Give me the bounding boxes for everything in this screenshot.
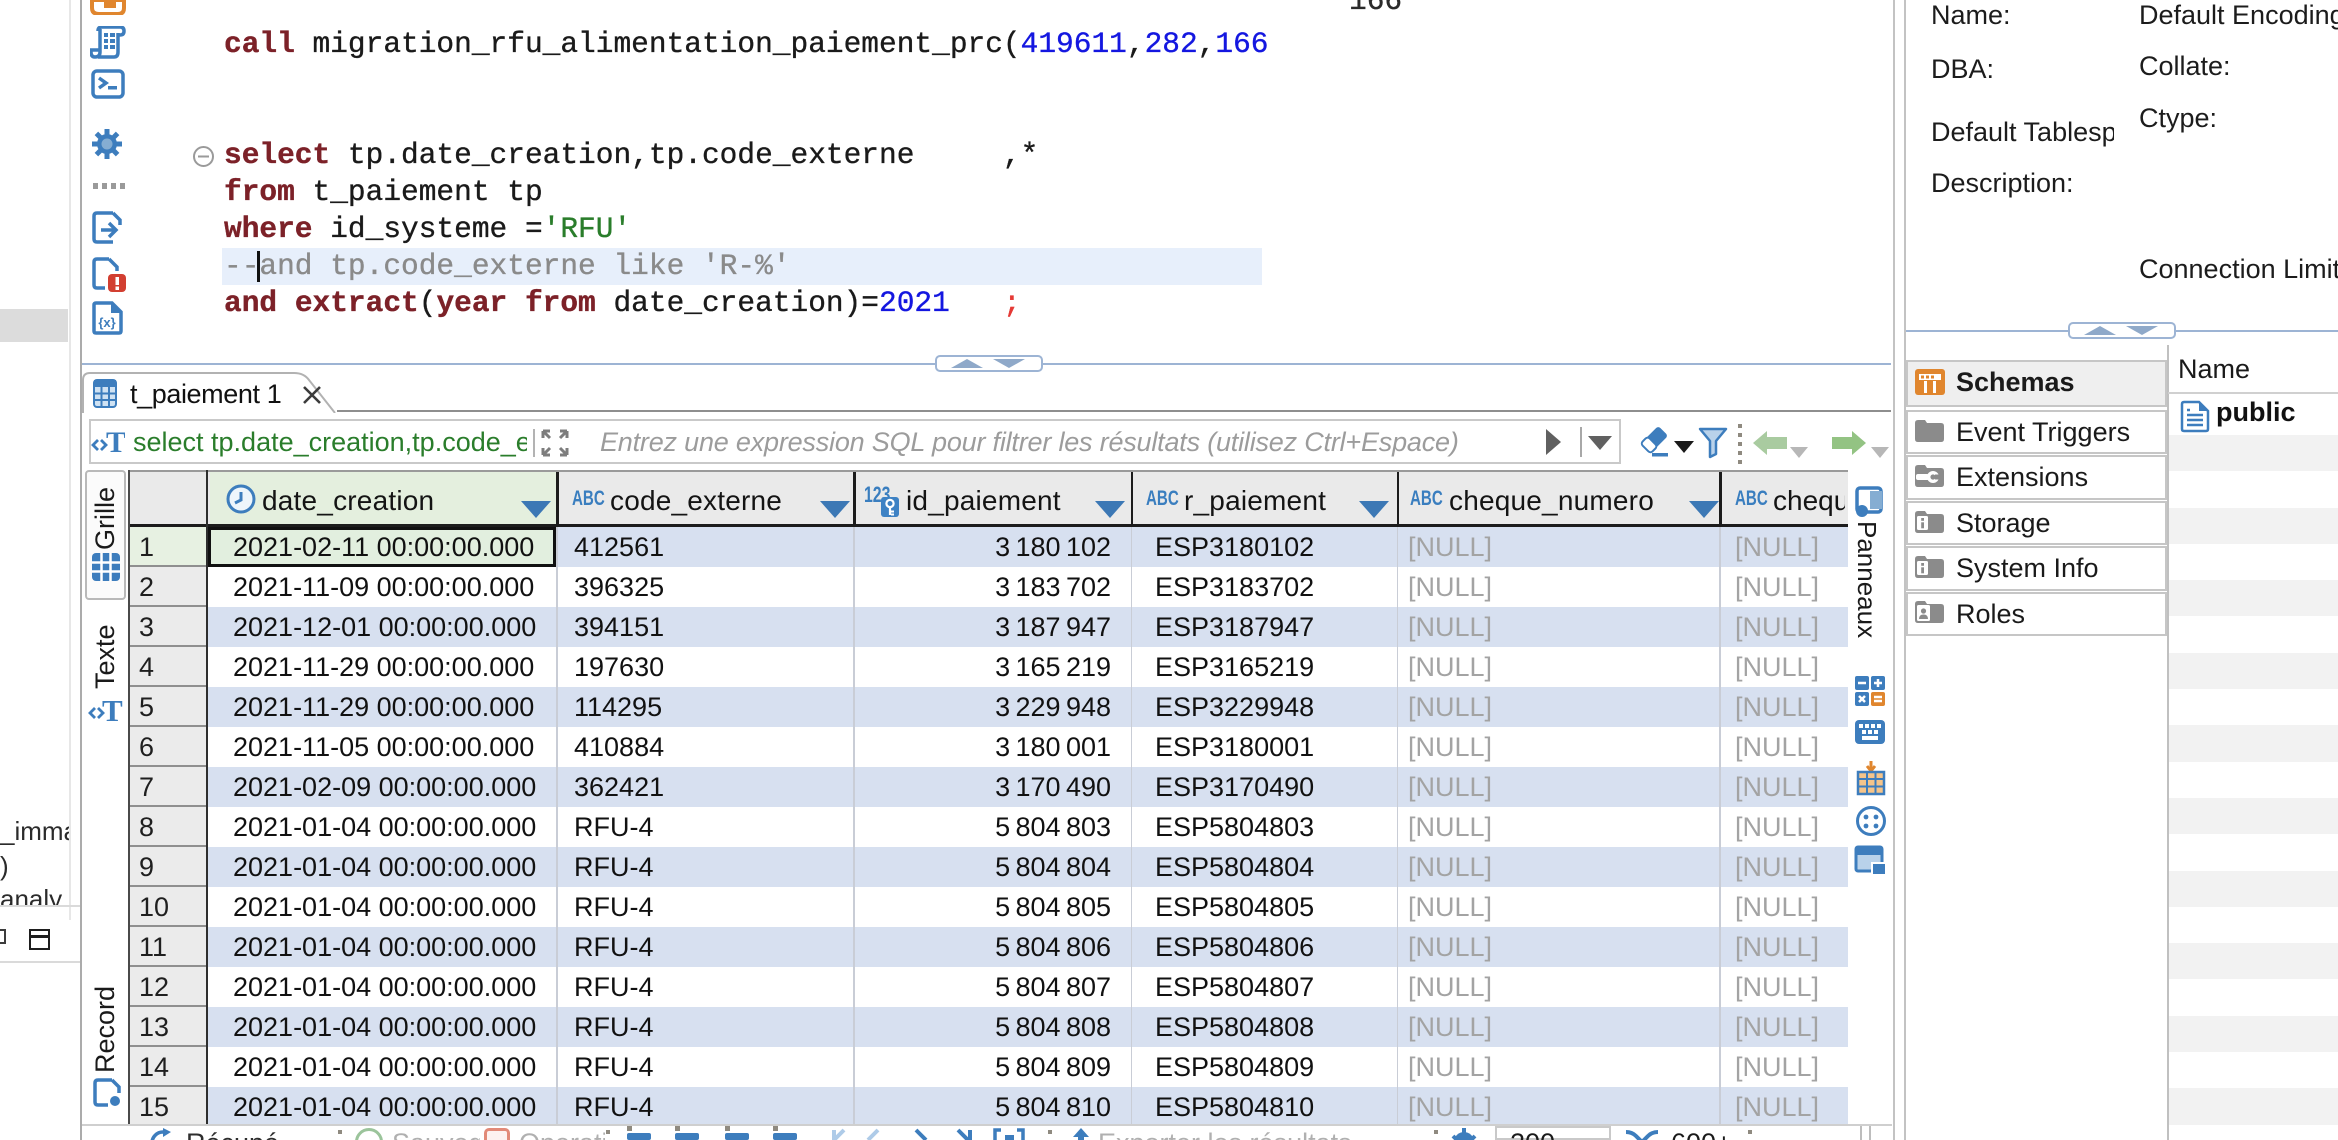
svg-text:{x}: {x} — [98, 315, 115, 330]
svg-text:T: T — [102, 693, 123, 728]
